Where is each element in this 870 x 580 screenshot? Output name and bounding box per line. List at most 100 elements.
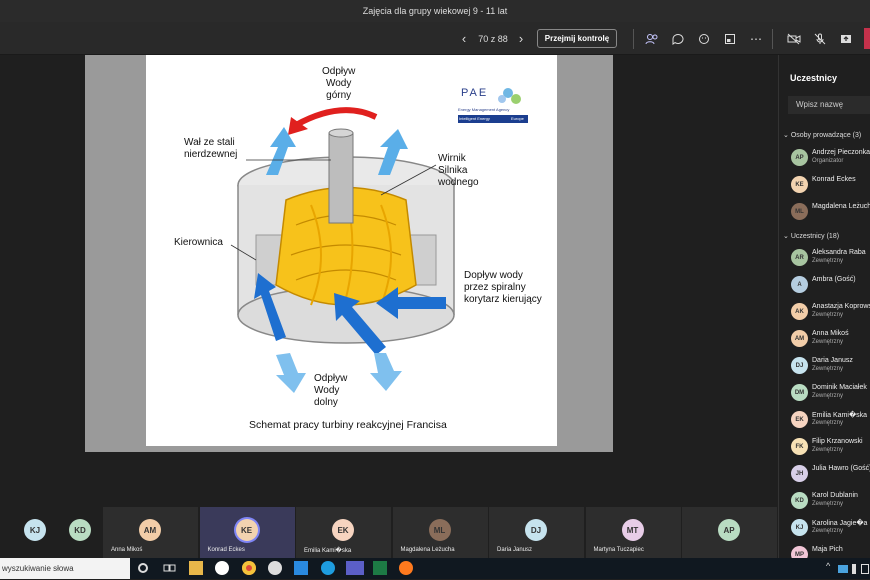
logo-subtitle: Energy Management Agency [458, 107, 510, 112]
avatar: DJ [791, 357, 808, 374]
app-icon[interactable] [215, 561, 229, 575]
previous-slide-icon[interactable]: ‹ [455, 22, 473, 55]
video-tile-name: Konrad Eckes [207, 547, 245, 553]
video-tile[interactable]: MT Martyna Tuczapiec [585, 507, 681, 558]
windows-taskbar: wyszukiwanie słowa ^ [0, 558, 870, 579]
participant-row[interactable]: DM Dominik Maciałek Zewnętrzny [791, 383, 870, 403]
next-slide-icon[interactable]: › [512, 22, 530, 55]
participant-role: Zewnętrzny [812, 393, 844, 399]
camera-off-icon[interactable] [784, 22, 804, 55]
attendees-header[interactable]: ⌄ Uczestnicy (18) [783, 232, 839, 240]
participant-row[interactable]: KE Konrad Eckes [791, 175, 870, 195]
participant-avatar: ML [428, 519, 451, 541]
reactions-icon[interactable] [694, 22, 714, 55]
task-view-icon[interactable] [162, 561, 176, 575]
participant-row[interactable]: FK Filip Krzanowski Zewnętrzny [791, 437, 870, 457]
participant-name: Daria Janusz [812, 357, 853, 364]
participant-avatar: DJ [525, 519, 547, 541]
participant-row[interactable]: AP Andrzej Pieczonka Organizator [791, 148, 870, 168]
cortana-icon[interactable] [138, 563, 148, 573]
leave-button[interactable] [864, 28, 870, 49]
participant-name: Anastazja Koprowska [812, 303, 870, 310]
participant-row[interactable]: DJ Daria Janusz Zewnętrzny [791, 356, 870, 376]
page-counter: 70 z 88 [478, 33, 508, 44]
participant-avatar: MT [621, 519, 644, 541]
vscode-icon[interactable] [294, 561, 308, 575]
title-bar: Zajęcia dla grupy wiekowej 9 - 11 lat [0, 0, 870, 22]
participant-row[interactable]: JH Julia Hawro (Gość) [791, 464, 870, 484]
more-options-icon[interactable]: ⋯ [746, 22, 766, 55]
participant-avatar: AP [718, 519, 740, 541]
participant-name: Anna Mikoś [812, 330, 849, 337]
video-tile[interactable]: KE Konrad Eckes [199, 507, 295, 558]
logo-band-right: Europe [511, 116, 524, 121]
presenters-header[interactable]: ⌄ Osoby prowadzące (3) [783, 131, 861, 139]
participant-name: Aleksandra Raba [812, 249, 866, 256]
slide: PAE Energy Management Agency Intelligent… [146, 55, 557, 446]
meeting-toolbar: ‹ 70 z 88 › Przejmij kontrolę ⋯ [0, 22, 870, 55]
divider [633, 29, 634, 49]
video-tile-name: Daria Janusz [497, 547, 533, 553]
avatar: JH [791, 465, 808, 482]
avatar: KJ [791, 519, 808, 536]
rooms-icon[interactable] [720, 22, 740, 55]
participants-icon[interactable] [642, 22, 662, 55]
video-tile[interactable]: ML Magdalena Leżucha [392, 507, 488, 558]
label-guide-vane: Kierownica [174, 237, 223, 248]
participant-name: Ambra (Gość) [812, 276, 856, 283]
participant-avatar[interactable]: KJ [24, 519, 46, 541]
participant-name: Dominik Maciałek [812, 384, 867, 391]
video-tile[interactable]: AP [682, 507, 777, 558]
participant-name: Maja Pich [812, 546, 843, 553]
mic-off-icon[interactable] [810, 22, 830, 55]
video-tile[interactable]: AM Anna Mikoś [103, 507, 198, 558]
avatar: KE [791, 176, 808, 193]
chat-icon[interactable] [668, 22, 688, 55]
participant-name: Karolina Jagie�a [812, 520, 868, 527]
avatar: FK [791, 438, 808, 455]
share-tray-icon[interactable] [836, 22, 856, 55]
edge-icon[interactable] [321, 561, 335, 575]
participant-role: Zewnętrzny [812, 447, 844, 453]
excel-icon[interactable] [373, 561, 387, 575]
participant-row[interactable]: A Ambra (Gość) [791, 275, 870, 295]
chrome-icon[interactable] [242, 561, 256, 575]
battery-icon[interactable] [852, 564, 856, 574]
participant-role: Zewnętrzny [812, 420, 844, 426]
participants-panel: Uczestnicy Wpisz nazwę ⌄ Osoby prowadząc… [778, 55, 870, 563]
network-icon[interactable] [861, 564, 869, 574]
avatar: ML [791, 203, 808, 220]
firefox-icon[interactable] [399, 561, 413, 575]
app-icon[interactable] [268, 561, 282, 575]
participant-row[interactable]: AK Anastazja Koprowska Zewnętrzny [791, 302, 870, 322]
participant-row[interactable]: AR Aleksandra Raba Zewnętrzny [791, 248, 870, 268]
video-tile-name: Martyna Tuczapiec [593, 547, 644, 553]
file-explorer-icon[interactable] [189, 561, 203, 575]
taskbar-search-box[interactable]: wyszukiwanie słowa [0, 558, 130, 579]
video-tile-name: Anna Mikoś [111, 547, 143, 553]
francis-turbine-diagram [230, 77, 540, 393]
participant-row[interactable]: AM Anna Mikoś Zewnętrzny [791, 329, 870, 349]
participant-role: Zewnętrzny [812, 312, 844, 318]
participant-avatar: EK [332, 519, 354, 541]
participant-role: Organizator [812, 158, 844, 164]
teams-icon[interactable] [346, 561, 364, 575]
take-control-button[interactable]: Przejmij kontrolę [537, 29, 617, 48]
participant-avatar: AM [139, 519, 161, 541]
divider [772, 29, 773, 49]
label-inflow: Dopływ wody przez spiralny korytarz kier… [464, 270, 542, 305]
participant-row[interactable]: KD Karol Dublanin Zewnętrzny [791, 491, 870, 511]
onedrive-icon[interactable] [838, 565, 848, 573]
participant-name: Karol Dublanin [812, 492, 858, 499]
video-tile[interactable]: DJ Daria Janusz [489, 507, 584, 558]
participant-row[interactable]: EK Emilia Kami�ska Zewnętrzny [791, 410, 870, 430]
participant-search-input[interactable]: Wpisz nazwę [788, 96, 870, 114]
participant-avatar[interactable]: KD [69, 519, 91, 541]
participant-row[interactable]: KJ Karolina Jagie�a Zewnętrzny [791, 518, 870, 538]
window-title: Zajęcia dla grupy wiekowej 9 - 11 lat [362, 6, 508, 16]
logo-text: PAE [461, 87, 489, 99]
slide-caption: Schemat pracy turbiny reakcyjnej Francis… [249, 419, 447, 431]
video-tile[interactable]: EK Emilia Kami�ska [296, 507, 391, 558]
slide-frame: PAE Energy Management Agency Intelligent… [85, 55, 613, 452]
participant-row[interactable]: ML Magdalena Leżucha [791, 202, 870, 222]
